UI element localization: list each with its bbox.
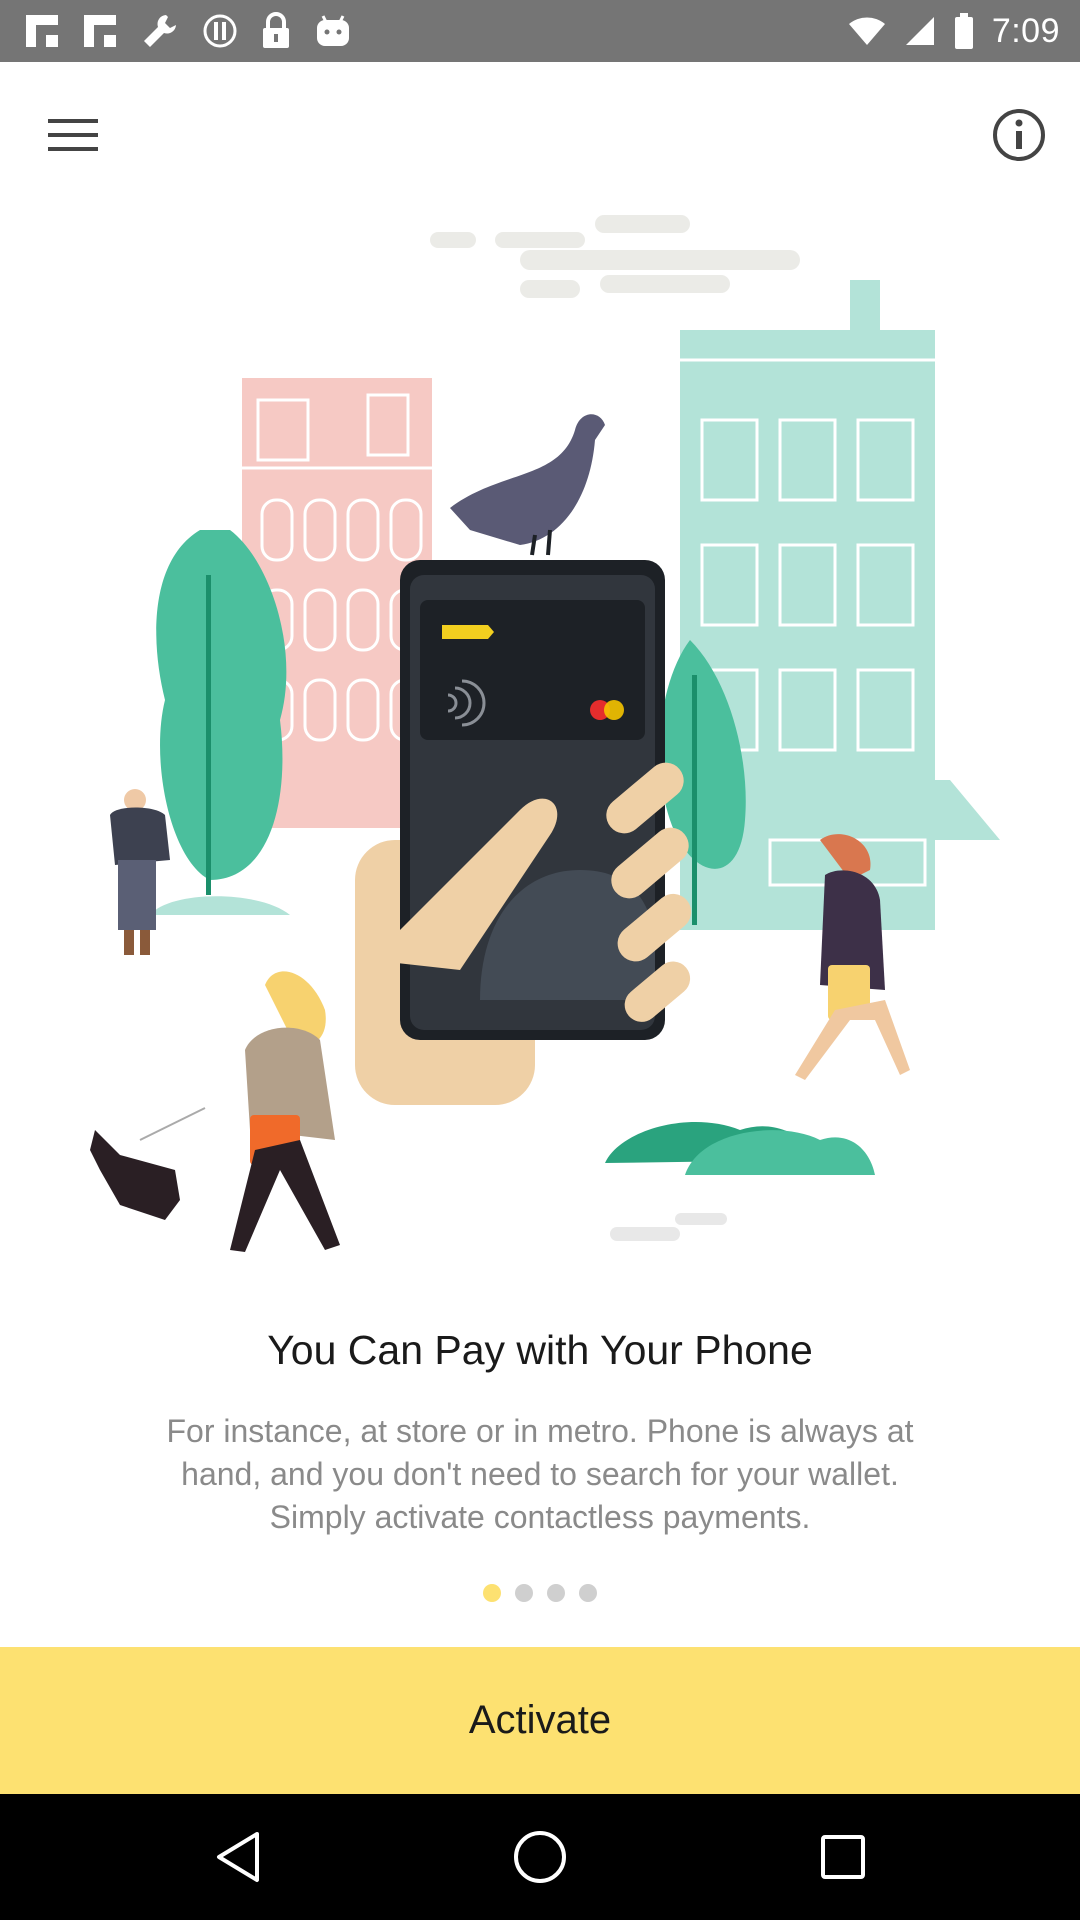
page-dot-active[interactable] [483, 1584, 501, 1602]
nav-back-button[interactable] [200, 1819, 276, 1895]
onboarding-description: For instance, at store or in metro. Phon… [90, 1410, 990, 1539]
wifi-icon [848, 17, 885, 45]
description-line: hand, and you don't need to search for y… [181, 1456, 899, 1492]
menu-button[interactable] [28, 90, 118, 180]
hamburger-menu-icon [48, 119, 98, 151]
pigeon [450, 414, 605, 556]
nav-recents-button[interactable] [805, 1819, 881, 1895]
clouds [430, 215, 800, 298]
onboarding-title: You Can Pay with Your Phone [267, 1327, 813, 1373]
status-bar: 7:09 [0, 0, 1080, 62]
flipboard-icon [26, 15, 58, 47]
page-dot[interactable] [515, 1584, 533, 1602]
back-icon [217, 1832, 259, 1882]
android-icon [317, 15, 349, 46]
lock-icon [263, 12, 289, 48]
nav-home-button[interactable] [502, 1819, 578, 1895]
page-indicator [0, 1584, 1080, 1604]
system-nav-bar [0, 1794, 1080, 1920]
status-right-icons: 7:09 [848, 10, 1060, 52]
status-left-icons [24, 10, 352, 52]
pay-with-phone-illustration [90, 215, 1000, 1252]
bushes [605, 1122, 875, 1241]
page-dot[interactable] [547, 1584, 565, 1602]
info-circle-icon [993, 109, 1045, 161]
flipboard-icon [84, 15, 116, 47]
home-icon [514, 1831, 566, 1883]
page-dot[interactable] [579, 1584, 597, 1602]
phone-in-hand [355, 560, 692, 1105]
activate-button-label: Activate [468, 1698, 612, 1742]
battery-icon [954, 13, 973, 49]
wrench-icon [144, 15, 176, 47]
info-button[interactable] [974, 90, 1064, 180]
activate-button[interactable]: Activate [0, 1647, 1080, 1794]
woman-with-dog [90, 971, 340, 1252]
description-line: Simply activate contactless payments. [269, 1499, 811, 1535]
vpn-icon [203, 14, 237, 48]
description-line: For instance, at store or in metro. Phon… [166, 1413, 914, 1449]
man-figure [110, 789, 170, 955]
status-time: 7:09 [991, 11, 1060, 50]
signal-icon [905, 17, 934, 45]
recents-icon [821, 1835, 865, 1879]
